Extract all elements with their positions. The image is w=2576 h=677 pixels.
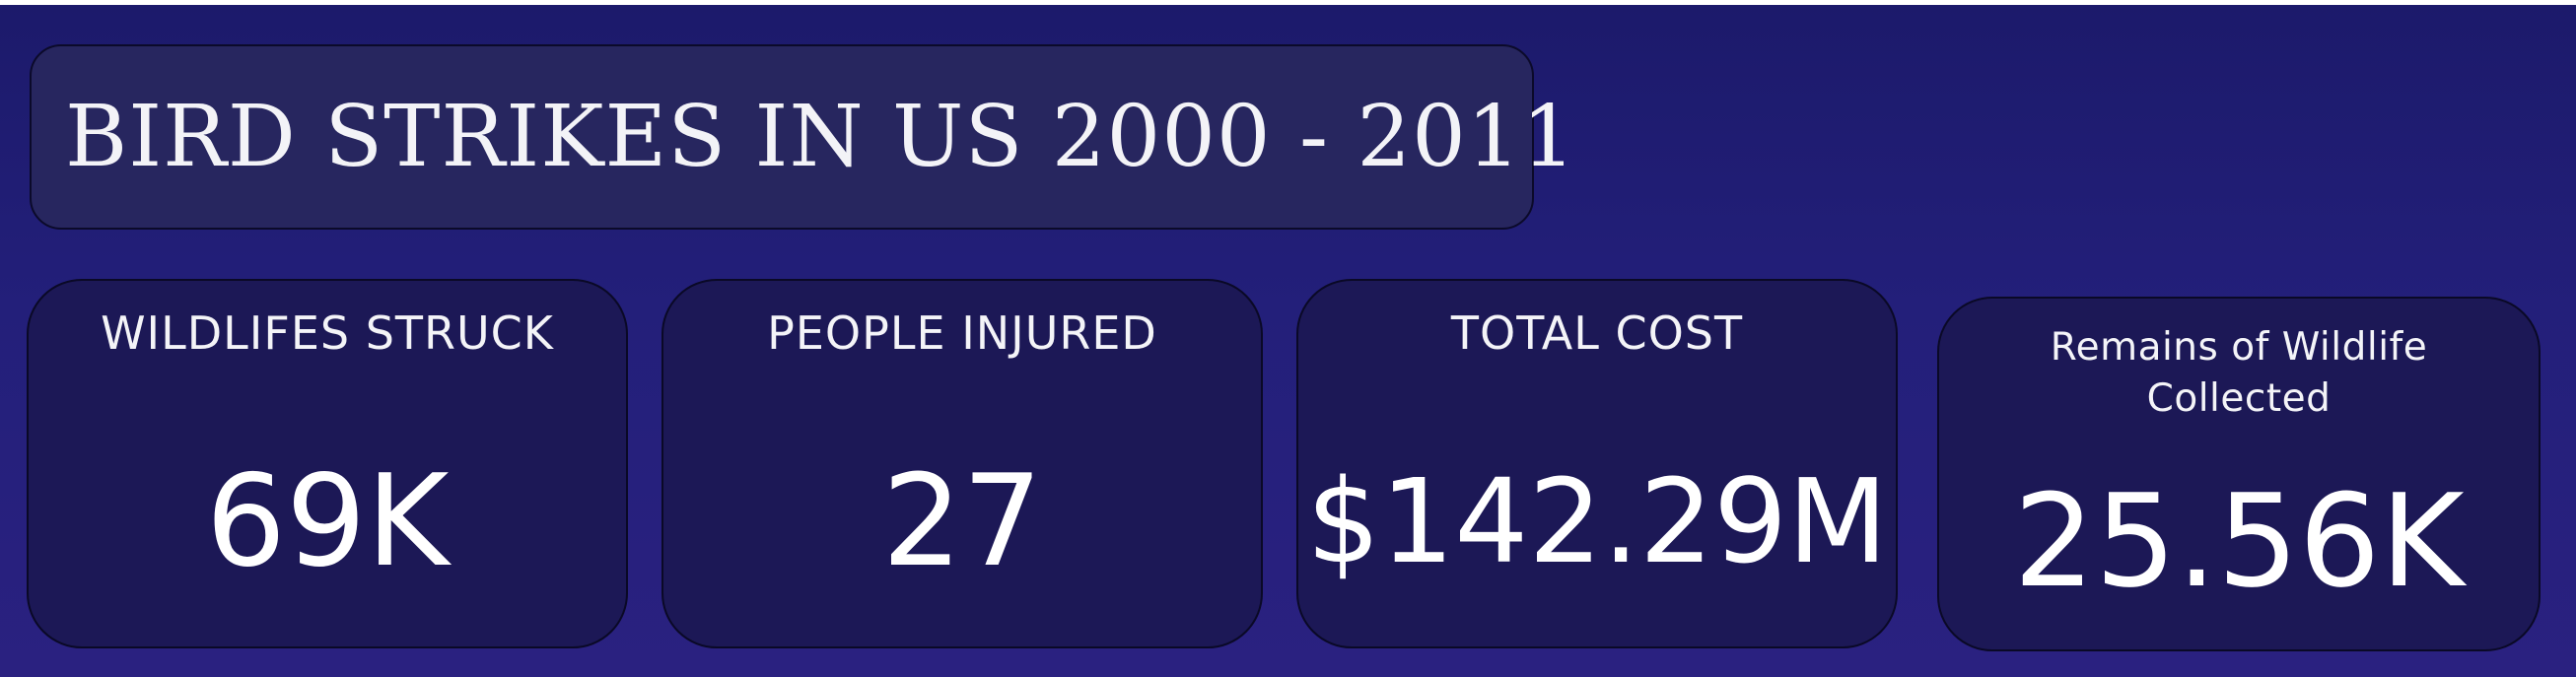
- kpi-value: 25.56K: [2013, 466, 2465, 616]
- kpi-label: PEOPLE INJURED: [767, 306, 1157, 360]
- kpi-card-wildlifes-struck: WILDLIFES STRUCK 69K: [27, 279, 628, 648]
- kpi-label-line1: Remains of Wildlife: [2050, 325, 2428, 370]
- kpi-card-total-cost: TOTAL COST $142.29M: [1296, 279, 1898, 648]
- kpi-label: TOTAL COST: [1450, 306, 1744, 360]
- kpi-value: 69K: [205, 448, 450, 595]
- kpi-card-remains-collected: Remains of Wildlife Collected 25.56K: [1937, 297, 2541, 651]
- kpi-label-line2: Collected: [2146, 376, 2332, 421]
- title-banner: BIRD STRIKES IN US 2000 - 2011: [30, 44, 1575, 230]
- dashboard-canvas: BIRD STRIKES IN US 2000 - 2011 WILDLIFES…: [0, 5, 2576, 677]
- kpi-label: WILDLIFES STRUCK: [101, 306, 554, 360]
- kpi-value: $142.29M: [1306, 453, 1888, 589]
- kpi-label: Remains of Wildlife Collected: [1939, 322, 2539, 425]
- kpi-card-people-injured: PEOPLE INJURED 27: [661, 279, 1263, 648]
- page-title: BIRD STRIKES IN US 2000 - 2011: [65, 88, 1577, 186]
- kpi-value: 27: [881, 448, 1043, 595]
